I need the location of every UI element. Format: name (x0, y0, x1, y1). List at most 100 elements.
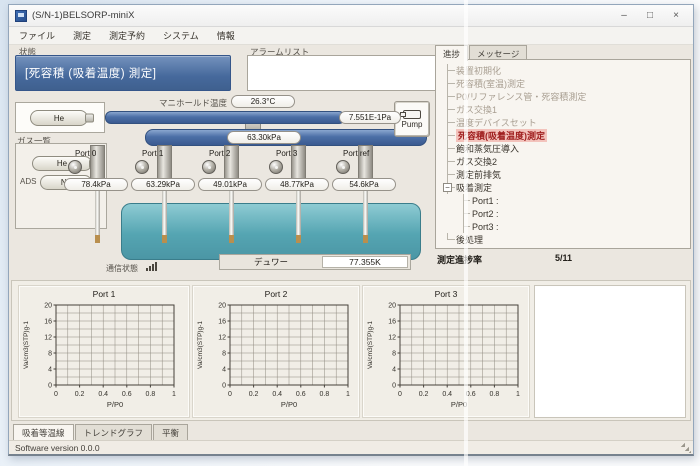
tree-item-child[interactable]: Port3 : (442, 220, 688, 233)
svg-text:0: 0 (54, 391, 58, 398)
tree-item[interactable]: 死容積(室温)測定 (442, 77, 688, 90)
tree-item-label: ガス交換1 (456, 103, 497, 116)
svg-text:P/P0: P/P0 (107, 400, 123, 409)
tab-吸着等温線[interactable]: 吸着等温線 (13, 424, 74, 440)
port-name: Port 3 (276, 149, 297, 158)
comm-status-label: 通信状態 (106, 263, 138, 274)
valve-icon[interactable] (135, 160, 149, 174)
progress-row: 測定進捗率 5/11 (435, 253, 691, 266)
tree-item-label: 後処理 (456, 233, 483, 246)
supply-gas-label: He (54, 114, 64, 123)
tree-item-label: P0/リファレンス管・死容積測定 (456, 90, 586, 103)
manifold-temp-value: 26.3°C (231, 95, 295, 108)
svg-text:Va/cm3(STP)g-1: Va/cm3(STP)g-1 (23, 321, 30, 369)
alarm-list-box[interactable] (247, 55, 437, 91)
menu-item-0[interactable]: ファイル (19, 29, 55, 42)
gas-supply-box: He (15, 102, 105, 133)
resize-grip[interactable] (681, 443, 691, 453)
port-group-3: Port 348.77kPa (264, 147, 330, 242)
tree-item-label: ガス交換2 (456, 155, 497, 168)
manifold-temp-label: マニホールド温度 (129, 97, 227, 109)
tree-item[interactable]: 死容積(吸着温度)測定 (442, 129, 688, 142)
tree-item[interactable]: P0/リファレンス管・死容積測定 (442, 90, 688, 103)
port-name: Port 1 (142, 149, 163, 158)
maximize-button[interactable]: □ (637, 7, 663, 25)
tab-平衡[interactable]: 平衡 (153, 424, 188, 440)
chart-port1: Port 1 00.20.40.60.81048121620P/P0Va/cm3… (18, 285, 190, 418)
svg-text:0.4: 0.4 (272, 391, 282, 398)
port-pressure-value: 54.6kPa (332, 178, 396, 191)
port-name: Port ref (343, 149, 369, 158)
menu-item-1[interactable]: 測定 (73, 29, 91, 42)
tree-item[interactable]: ガス交換2 (442, 155, 688, 168)
svg-text:16: 16 (218, 319, 226, 326)
tree-item[interactable]: 後処理 (442, 233, 688, 246)
svg-text:20: 20 (388, 303, 396, 310)
ads-tag: ADS (20, 177, 36, 186)
progress-value: 5/11 (555, 253, 572, 263)
chart-title: Port 1 (19, 289, 189, 299)
tree-item[interactable]: ガス交換1 (442, 103, 688, 116)
valve-icon[interactable] (68, 160, 82, 174)
tree-item-label: 死容積(室温)測定 (456, 77, 525, 90)
port-group-4: Port ref 54.6kPa (331, 147, 397, 242)
svg-text:0: 0 (48, 383, 52, 390)
svg-text:0.8: 0.8 (490, 391, 500, 398)
pump-icon (403, 110, 421, 119)
gas-cylinder-icon[interactable]: He (30, 110, 88, 126)
svg-text:4: 4 (48, 367, 52, 374)
chart-port2: Port 2 00.20.40.60.81048121620P/P0Va/cm3… (192, 285, 360, 418)
dewar-label: デュワー (220, 256, 322, 268)
sample-rod (296, 191, 301, 243)
svg-text:0.2: 0.2 (419, 391, 429, 398)
svg-text:1: 1 (346, 391, 350, 398)
svg-text:0.6: 0.6 (466, 391, 476, 398)
chart-plot: 00.20.40.60.81048121620P/P0Va/cm3(STP)g-… (363, 300, 529, 419)
menu-item-2[interactable]: 測定予約 (109, 29, 145, 42)
tree-item-child[interactable]: Port1 : (442, 194, 688, 207)
svg-text:12: 12 (388, 335, 396, 342)
port-group-0: Port 078.4kPa (63, 147, 129, 242)
tree-item-child[interactable]: Port2 : (442, 207, 688, 220)
tab-進捗[interactable]: 進捗 (435, 45, 468, 61)
port-pressure-value: 78.4kPa (64, 178, 128, 191)
svg-text:0.8: 0.8 (320, 391, 330, 398)
minimize-button[interactable]: – (611, 7, 637, 25)
svg-text:Va/cm3(STP)g-1: Va/cm3(STP)g-1 (197, 321, 204, 369)
tree-item[interactable]: 温度デバイスセット (442, 116, 688, 129)
valve-icon[interactable] (269, 160, 283, 174)
tree-item[interactable]: 装置初期化 (442, 64, 688, 77)
client-area: 状態 [死容積 (吸着温度) 測定] アラームリスト マニホールド温度 26.3… (9, 45, 693, 454)
svg-text:4: 4 (222, 367, 226, 374)
sample-rod (363, 191, 368, 243)
tab-トレンドグラフ[interactable]: トレンドグラフ (75, 424, 153, 440)
svg-text:4: 4 (392, 367, 396, 374)
progress-label: 測定進捗率 (437, 253, 482, 266)
tree-item-label: 測定前排気 (456, 168, 501, 181)
svg-text:Va/cm3(STP)g-1: Va/cm3(STP)g-1 (367, 321, 374, 369)
chart-plot: 00.20.40.60.81048121620P/P0Va/cm3(STP)g-… (19, 300, 189, 419)
chart-empty-area (534, 285, 686, 418)
signal-strength-icon (146, 261, 160, 271)
status-box: [死容積 (吸着温度) 測定] (15, 55, 231, 91)
menu-item-4[interactable]: 情報 (217, 29, 235, 42)
port-group-2: Port 249.01kPa (197, 147, 263, 242)
svg-text:8: 8 (48, 351, 52, 358)
svg-text:0.6: 0.6 (122, 391, 132, 398)
tree-item-label: 吸着測定 (456, 181, 492, 194)
tree-item[interactable]: −吸着測定 (442, 181, 688, 194)
tree-item[interactable]: 飽和蒸気圧導入 (442, 142, 688, 155)
chart-port3: Port 3 00.20.40.60.81048121620P/P0Va/cm3… (362, 285, 530, 418)
tree-item-label: Port2 : (472, 209, 499, 219)
svg-text:0: 0 (392, 383, 396, 390)
valve-icon[interactable] (202, 160, 216, 174)
svg-text:1: 1 (172, 391, 176, 398)
svg-text:20: 20 (44, 303, 52, 310)
expander-icon[interactable]: − (443, 183, 452, 192)
close-button[interactable]: × (663, 7, 689, 25)
menu-item-3[interactable]: システム (163, 29, 199, 42)
valve-icon[interactable] (336, 160, 350, 174)
tree-item[interactable]: 測定前排気 (442, 168, 688, 181)
chart-title: Port 2 (193, 289, 359, 299)
manifold-pressure: 63.30kPa (227, 131, 301, 144)
